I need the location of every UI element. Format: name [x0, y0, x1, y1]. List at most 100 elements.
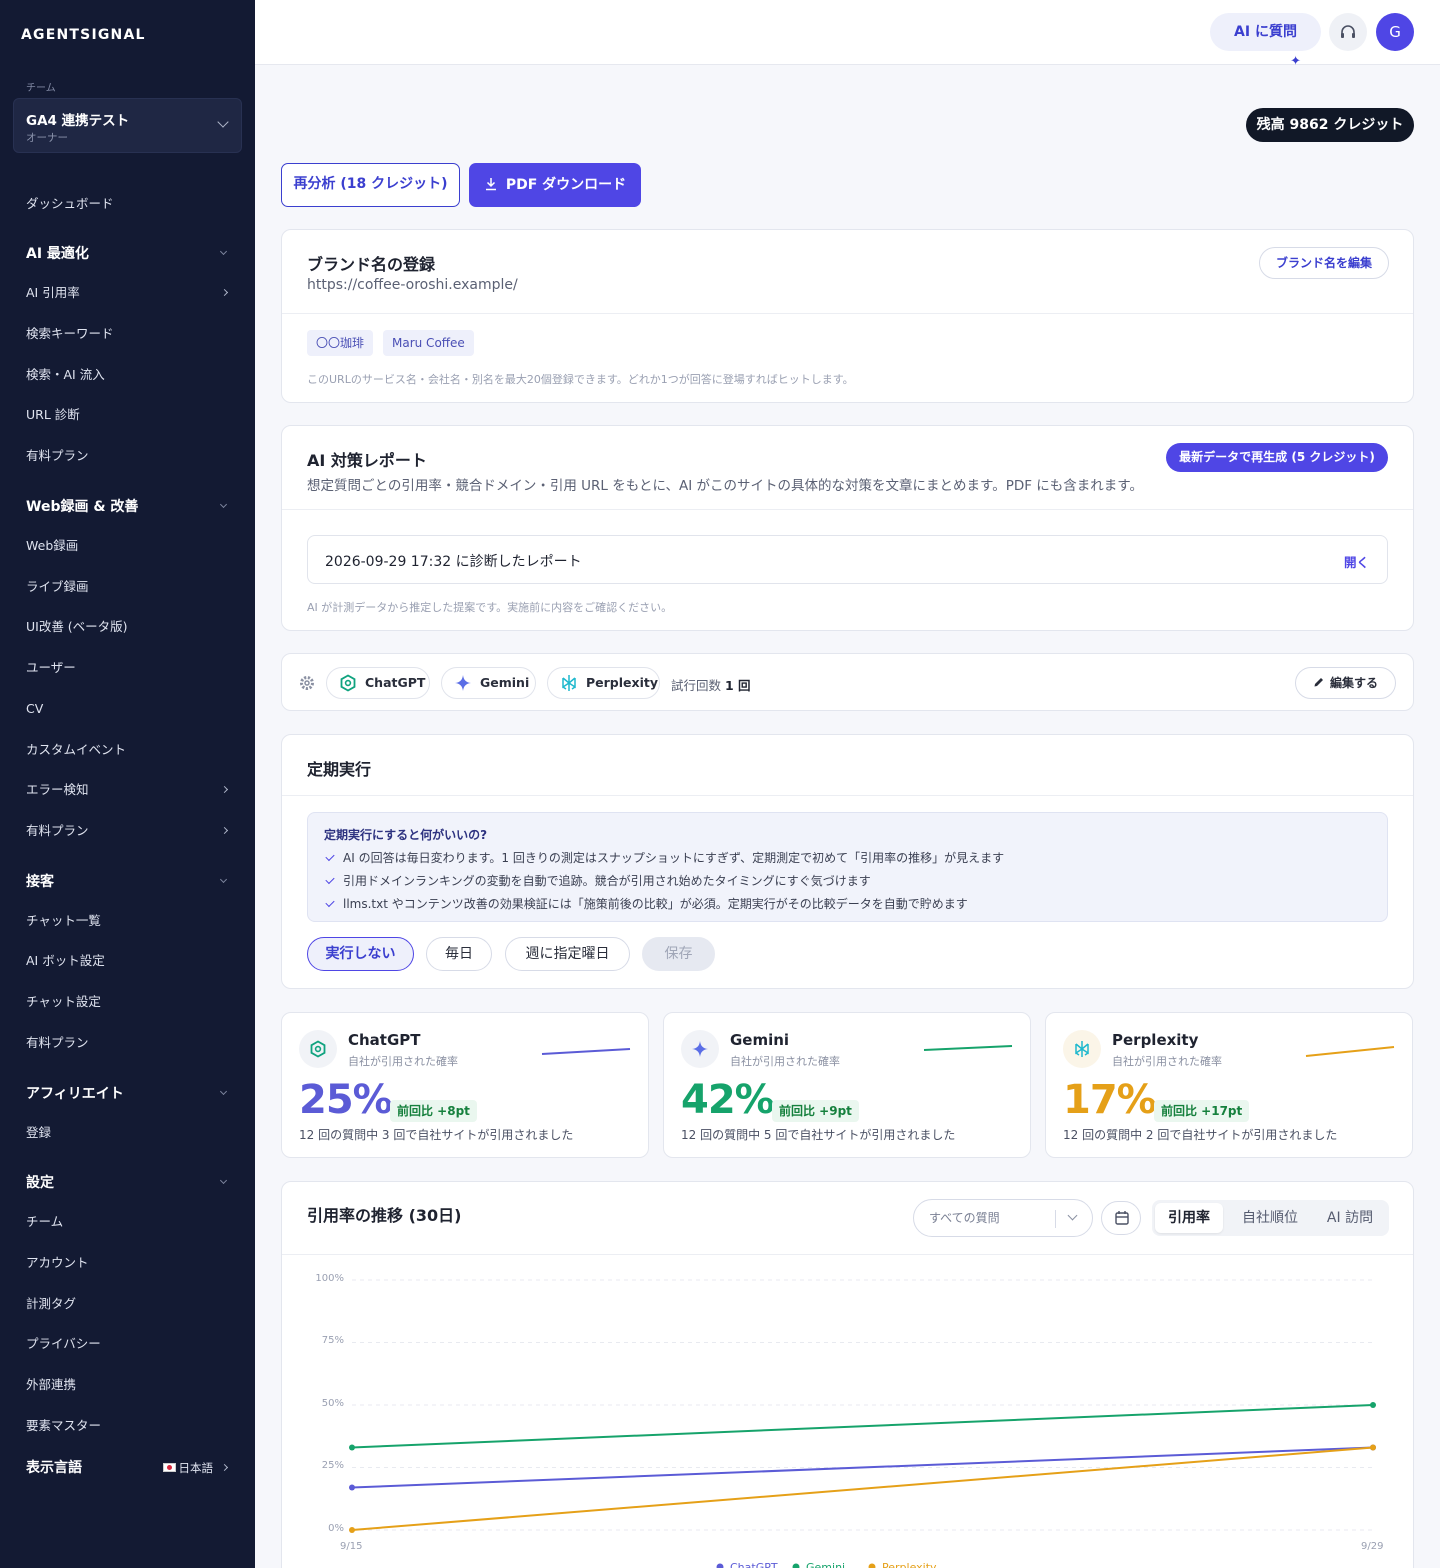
- sidebar-item-privacy[interactable]: プライバシー: [26, 1334, 231, 1354]
- regenerate-report-button[interactable]: 最新データで再生成 (5 クレジット): [1166, 443, 1388, 472]
- series-line-chatgpt: [351, 1446, 1374, 1489]
- sidebar-item-affiliate-register[interactable]: 登録: [26, 1123, 231, 1143]
- stat-delta-badge: 前回比 +9pt: [772, 1100, 859, 1122]
- edit-brand-button[interactable]: ブランド名を編集: [1259, 247, 1389, 279]
- section-label: Web録画 & 改善: [26, 499, 139, 515]
- section-label: 接客: [26, 874, 54, 890]
- trend-line-chart: ChatGPT Gemini Perplexity: [349, 1279, 1376, 1568]
- sidebar-item-ai-bot[interactable]: AI ボット設定: [26, 951, 231, 971]
- sidebar-item-custom-events[interactable]: カスタムイベント: [26, 740, 231, 760]
- pdf-download-button[interactable]: PDF ダウンロード: [469, 163, 641, 207]
- sidebar-item-dashboard[interactable]: ダッシュボード: [26, 194, 231, 214]
- engine-chip-perplexity[interactable]: Perplexity: [547, 667, 660, 699]
- sidebar-item-team[interactable]: チーム: [26, 1212, 231, 1232]
- sidebar-item-integrations[interactable]: 外部連携: [26, 1375, 231, 1395]
- edit-engines-button[interactable]: 編集する: [1295, 667, 1396, 699]
- schedule-option-none[interactable]: 実行しない: [307, 937, 414, 971]
- japan-flag-icon: [162, 1463, 176, 1472]
- sidebar-item-tracking-tag[interactable]: 計測タグ: [26, 1294, 231, 1314]
- gear-icon[interactable]: [298, 674, 316, 692]
- schedule-option-daily[interactable]: 毎日: [426, 937, 492, 971]
- sidebar-item-chat-settings[interactable]: チャット設定: [26, 992, 231, 1012]
- team-switcher[interactable]: GA4 連携テスト オーナー: [13, 98, 242, 153]
- ask-ai-button[interactable]: ✦ AI に質問: [1210, 13, 1321, 69]
- x-tick-label: 9/29: [1361, 1541, 1384, 1552]
- sidebar-item-search-ai-inflow[interactable]: 検索・AI 流入: [26, 365, 231, 385]
- sidebar-item-support-plan[interactable]: 有料プラン: [26, 1033, 231, 1053]
- sidebar-item-web-plan[interactable]: 有料プラン: [26, 821, 231, 841]
- engine-chip-gemini[interactable]: Gemini: [441, 667, 536, 699]
- chevron-down-icon: [219, 875, 228, 884]
- sidebar-item-chat-list[interactable]: チャット一覧: [26, 911, 231, 931]
- sidebar-item-cv[interactable]: CV: [26, 699, 231, 719]
- stat-card-perplexity: Perplexity 自社が引用された確率 17% 前回比 +17pt 12 回…: [1045, 1012, 1413, 1158]
- legend-marker: [792, 1563, 800, 1568]
- chevron-down-icon: [1067, 1210, 1078, 1221]
- language-value: 日本語: [162, 1457, 213, 1479]
- sidebar: AGENTSIGNAL チーム GA4 連携テスト オーナー ダッシュボード A…: [0, 0, 255, 1568]
- tab-citation-rate[interactable]: 引用率: [1155, 1203, 1223, 1233]
- stat-description: 12 回の質問中 2 回で自社サイトが引用されました: [1063, 1128, 1338, 1142]
- divider: [282, 1254, 1413, 1255]
- section-label: アフィリエイト: [26, 1086, 124, 1102]
- save-schedule-button[interactable]: 保存: [642, 937, 715, 971]
- benefit-item: llms.txt やコンテンツ改善の効果検証には「施策前後の比較」が必須。定期実…: [324, 895, 968, 912]
- sidebar-item-users[interactable]: ユーザー: [26, 658, 231, 678]
- sidebar-section-web[interactable]: Web録画 & 改善: [26, 496, 231, 518]
- sidebar-item-language[interactable]: 表示言語 日本語: [26, 1457, 231, 1479]
- headset-icon: [1341, 25, 1355, 38]
- sidebar-item-label: AI 引用率: [26, 285, 80, 300]
- stat-card-gemini: Gemini 自社が引用された確率 42% 前回比 +9pt 12 回の質問中 …: [663, 1012, 1031, 1158]
- chatgpt-icon: [299, 1030, 337, 1068]
- sidebar-item-ui-improve[interactable]: UI改善 (ベータ版): [26, 617, 231, 637]
- sparkle-icon: ✦: [1290, 54, 1301, 69]
- stat-engine-name: Perplexity: [1112, 1031, 1199, 1049]
- sidebar-item-web-recording[interactable]: Web録画: [26, 536, 231, 556]
- tab-ai-visits[interactable]: AI 訪問: [1314, 1203, 1386, 1233]
- stat-percentage: 42%: [681, 1077, 775, 1123]
- sidebar-item-label: 有料プラン: [26, 823, 89, 838]
- schedule-option-weekly[interactable]: 週に指定曜日: [505, 937, 630, 971]
- sidebar-section-settings[interactable]: 設定: [26, 1172, 231, 1194]
- report-row[interactable]: 2026-09-29 17:32 に診断したレポート 開く: [307, 535, 1388, 584]
- engine-chip-chatgpt[interactable]: ChatGPT: [326, 667, 430, 699]
- data-point: [349, 1527, 355, 1533]
- legend-marker: [868, 1563, 876, 1568]
- brand-tag: Maru Coffee: [383, 330, 474, 356]
- sidebar-section-affiliate[interactable]: アフィリエイト: [26, 1083, 231, 1105]
- sidebar-item-url-diagnosis[interactable]: URL 診断: [26, 405, 231, 425]
- site-url: https://coffee-oroshi.example/: [307, 277, 518, 293]
- sidebar-item-error-detection[interactable]: エラー検知: [26, 780, 231, 800]
- sidebar-item-element-master[interactable]: 要素マスター: [26, 1416, 231, 1436]
- user-avatar[interactable]: G: [1376, 13, 1414, 51]
- legend-label: Perplexity: [882, 1561, 937, 1568]
- sidebar-item-account[interactable]: アカウント: [26, 1253, 231, 1273]
- brand-card: ブランド名の登録 https://coffee-oroshi.example/ …: [281, 229, 1414, 403]
- reanalyze-button[interactable]: 再分析 (18 クレジット): [281, 163, 460, 207]
- chevron-down-icon: [219, 1176, 228, 1185]
- y-tick-label: 75%: [321, 1335, 344, 1346]
- stat-description: 12 回の質問中 3 回で自社サイトが引用されました: [299, 1128, 574, 1142]
- question-filter-select[interactable]: すべての質問: [913, 1199, 1093, 1237]
- x-tick-label: 9/15: [340, 1541, 363, 1552]
- divider: [282, 509, 1413, 510]
- sidebar-section-ai[interactable]: AI 最適化: [26, 243, 231, 265]
- sidebar-item-search-keywords[interactable]: 検索キーワード: [26, 324, 231, 344]
- chevron-down-icon: [219, 247, 228, 256]
- tab-own-rank[interactable]: 自社順位: [1232, 1203, 1308, 1233]
- report-description: 想定質問ごとの引用率・競合ドメイン・引用 URL をもとに、AI がこのサイトの…: [307, 478, 1143, 494]
- chatgpt-icon: [340, 674, 356, 692]
- sidebar-item-live-recording[interactable]: ライブ録画: [26, 577, 231, 597]
- stat-subtitle: 自社が引用された確率: [730, 1055, 840, 1068]
- date-range-button[interactable]: [1101, 1201, 1141, 1235]
- legend-label: Gemini: [806, 1561, 845, 1568]
- support-button[interactable]: [1329, 13, 1367, 51]
- pencil-icon: [1314, 678, 1323, 687]
- sidebar-item-ai-citation[interactable]: AI 引用率: [26, 283, 231, 303]
- sidebar-section-support[interactable]: 接客: [26, 871, 231, 893]
- stat-description: 12 回の質問中 5 回で自社サイトが引用されました: [681, 1128, 956, 1142]
- schedule-title: 定期実行: [307, 760, 372, 779]
- sidebar-item-ai-plan[interactable]: 有料プラン: [26, 446, 231, 466]
- credit-balance: 残高 9862 クレジット: [1246, 108, 1414, 142]
- open-report-link[interactable]: 開く: [1344, 552, 1369, 571]
